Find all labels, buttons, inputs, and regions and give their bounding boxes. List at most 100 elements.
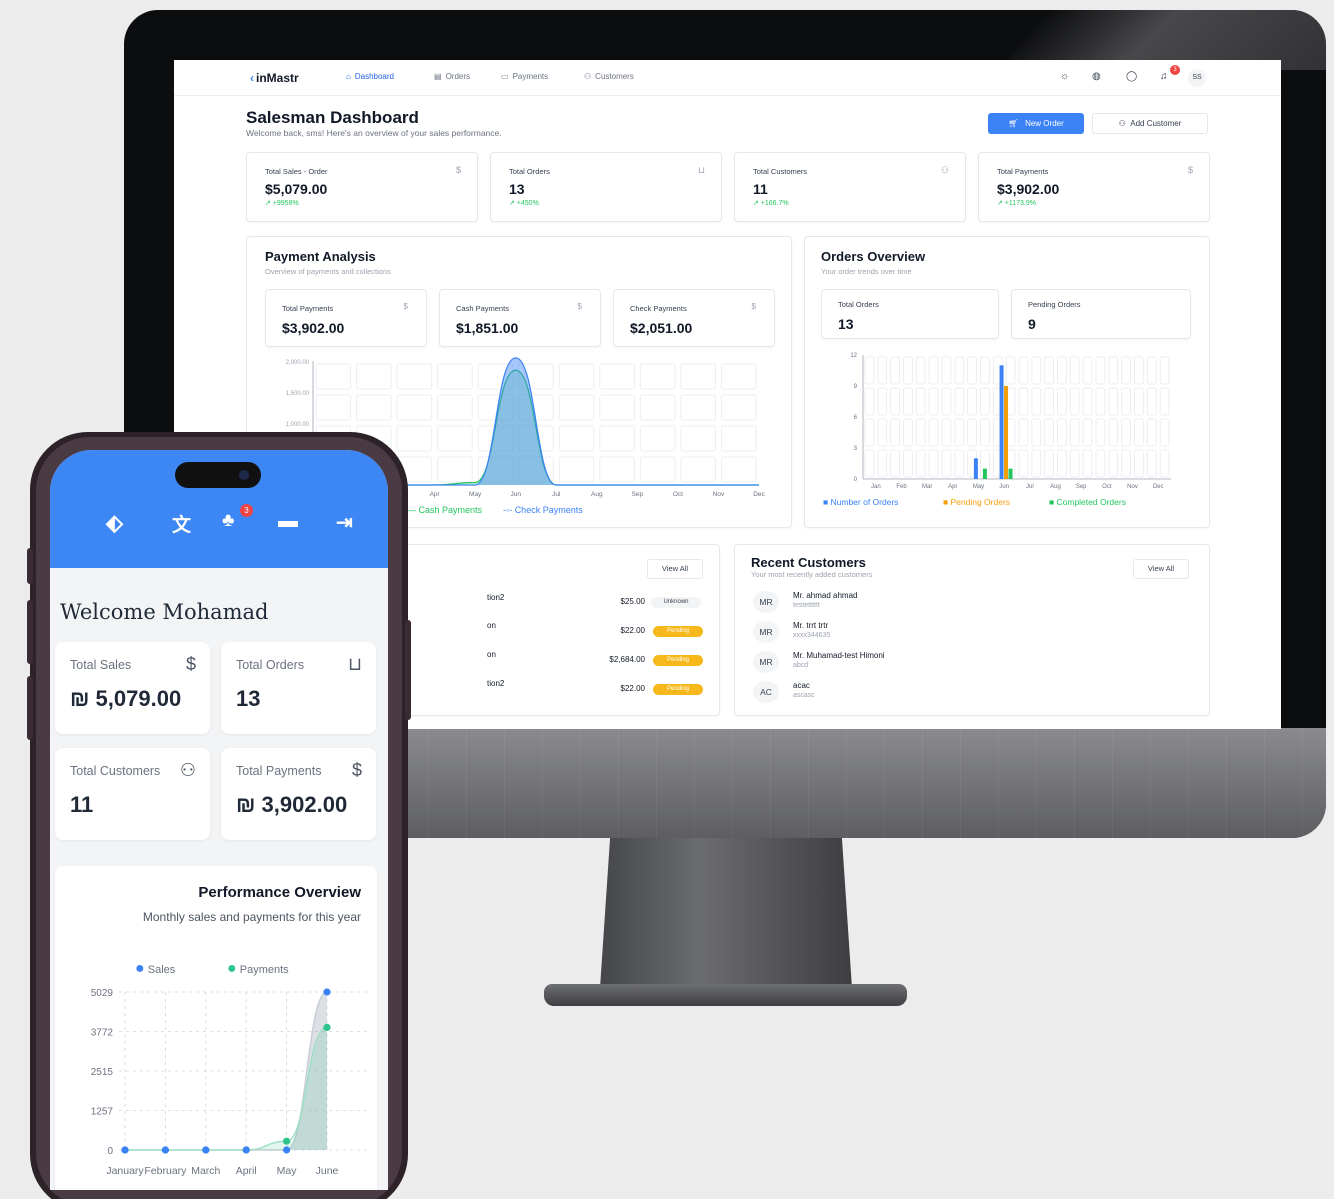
stat-card-orders: Total Orders ⊔ 13 ↗ +450% [490, 152, 722, 222]
point-sales [283, 1146, 291, 1154]
mobile-card-payments[interactable]: Total Payments $ ₪ 3,902.00 [221, 748, 376, 840]
grid-cell [315, 363, 352, 390]
nav-dashboard[interactable]: ⌂ Dashboard [346, 72, 394, 81]
cart-icon: 🛒︎ [1008, 119, 1021, 128]
customer-name[interactable]: Mr. Muhamad-test Himoni [793, 651, 885, 660]
grid-cell [877, 356, 888, 385]
add-customer-button[interactable]: ⚇ Add Customer [1092, 113, 1208, 134]
page-title: Salesman Dashboard [246, 108, 419, 127]
point-sales [121, 1146, 129, 1154]
grid-cell [1082, 449, 1093, 478]
dollar-icon: $ [351, 760, 362, 780]
mobile-card-orders[interactable]: Total Orders ⊔ 13 [221, 642, 376, 734]
grid-cell [980, 418, 990, 447]
x-tick-label: Oct [673, 491, 683, 498]
stat-card-payments: Total Payments $ $3,902.00 ↗ +1173.9% [978, 152, 1210, 222]
legend-pending-orders: ■ Pending Orders [943, 497, 1011, 507]
x-tick-label: Nov [1127, 484, 1138, 490]
x-tick-label: May [469, 491, 482, 498]
bell-icon[interactable]: ♣ [222, 510, 234, 532]
grid-cell [1044, 356, 1055, 385]
customer-avatar: AC [753, 681, 779, 703]
grid-cell [1095, 387, 1106, 416]
y-tick-label: 5029 [91, 988, 114, 999]
x-tick-label: May [973, 484, 984, 490]
grid-cell [680, 363, 716, 390]
grid-cell [877, 418, 888, 447]
order-amount: $22.00 [620, 684, 645, 693]
grid-cell [954, 449, 965, 478]
trend-up: ↗ +1173.9% [997, 200, 1037, 207]
chat-icon[interactable]: ▬ [278, 510, 298, 533]
grid-cell [915, 356, 926, 385]
customer-detail: ascasc [793, 692, 815, 699]
customer-name[interactable]: Mr. ahmad ahmad [793, 591, 857, 600]
grid-cell [980, 356, 990, 385]
grid-cell [437, 456, 473, 483]
grid-cell [558, 425, 595, 452]
translate-icon[interactable]: 文 [172, 510, 191, 537]
user-avatar[interactable]: SS [1188, 69, 1206, 87]
phone-side-button [405, 620, 411, 720]
x-tick-label: Nov [713, 491, 725, 498]
x-tick-label: Apr [948, 484, 957, 490]
new-order-button[interactable]: 🛒︎ New Order [988, 113, 1084, 134]
mobile-card-sales[interactable]: Total Sales $ ₪ 5,079.00 [55, 642, 210, 734]
grid-cell [890, 449, 900, 478]
orders-view-all-button[interactable]: View All [647, 559, 703, 579]
nav-customers[interactable]: ⚇ Customers [584, 72, 634, 81]
brand-logo[interactable]: ‹ inMastr [250, 71, 299, 85]
grid-cell [1069, 387, 1080, 416]
x-tick-label: Jun [999, 484, 1009, 490]
cash-payments-card: Cash Payments $ $1,851.00 [439, 289, 601, 347]
y-tick-label: 2,000.00 [286, 360, 310, 366]
grid-cell [437, 363, 473, 390]
status-badge: Pending [653, 655, 703, 666]
grid-cell [599, 394, 635, 421]
mobile-card-customers[interactable]: Total Customers ⚇ 11 [55, 748, 210, 840]
grid-cell [1018, 356, 1029, 385]
status-badge: Unknown [651, 597, 701, 608]
stat-card-sales: Total Sales - Order $ $5,079.00 ↗ +9958% [246, 152, 478, 222]
recent-customers-panel: Recent Customers Your most recently adde… [734, 544, 1210, 716]
grid-cell [1095, 356, 1106, 385]
nav-payments[interactable]: ▭ Payments [501, 72, 548, 81]
customer-name[interactable]: Mr. trrt trtr [793, 621, 828, 630]
grid-cell [1082, 387, 1093, 416]
legend-completed-orders: ■ Completed Orders [1049, 497, 1126, 507]
area-payments [125, 1027, 327, 1150]
x-tick-label: Jul [1026, 484, 1034, 490]
bell-icon[interactable]: ♫ [1160, 71, 1168, 82]
x-tick-label: Feb [896, 484, 907, 490]
grid-cell [903, 418, 913, 447]
grid-cell [1069, 356, 1080, 385]
trend-up: ↗ +166.7% [753, 200, 789, 207]
performance-overview-card: Performance Overview Monthly sales and p… [55, 866, 377, 1190]
grid-cell [1005, 356, 1016, 385]
customer-name[interactable]: acac [793, 681, 810, 690]
grid-cell [1134, 356, 1144, 385]
status-badge: Pending [653, 684, 703, 695]
theme-icon[interactable]: ☼ [1060, 71, 1069, 82]
grid-cell [639, 425, 676, 452]
grid-cell [1031, 449, 1042, 478]
grid-cell [967, 356, 978, 385]
x-tick-label: Dec [753, 491, 765, 498]
grid-cell [941, 387, 952, 416]
grid-cell [1057, 449, 1067, 478]
x-tick-label: May [277, 1165, 298, 1177]
logout-icon[interactable]: ⇥ [336, 510, 353, 535]
grid-cell [1159, 449, 1170, 478]
notification-badge: 3 [1170, 65, 1180, 75]
notification-badge: 3 [240, 504, 253, 517]
legend-cash-payments: — Cash Payments [407, 505, 483, 515]
grid-cell [954, 418, 965, 447]
chat-icon[interactable]: ◯ [1126, 71, 1137, 82]
logo-icon[interactable]: ⬖ [106, 510, 123, 536]
logo-icon: ‹ [250, 71, 254, 85]
language-icon[interactable]: ◍ [1092, 71, 1101, 82]
customers-view-all-button[interactable]: View All [1133, 559, 1189, 579]
nav-orders[interactable]: ▤ Orders [434, 72, 470, 81]
pending-orders-card: Pending Orders 9 [1011, 289, 1191, 339]
grid-cell [1108, 418, 1119, 447]
